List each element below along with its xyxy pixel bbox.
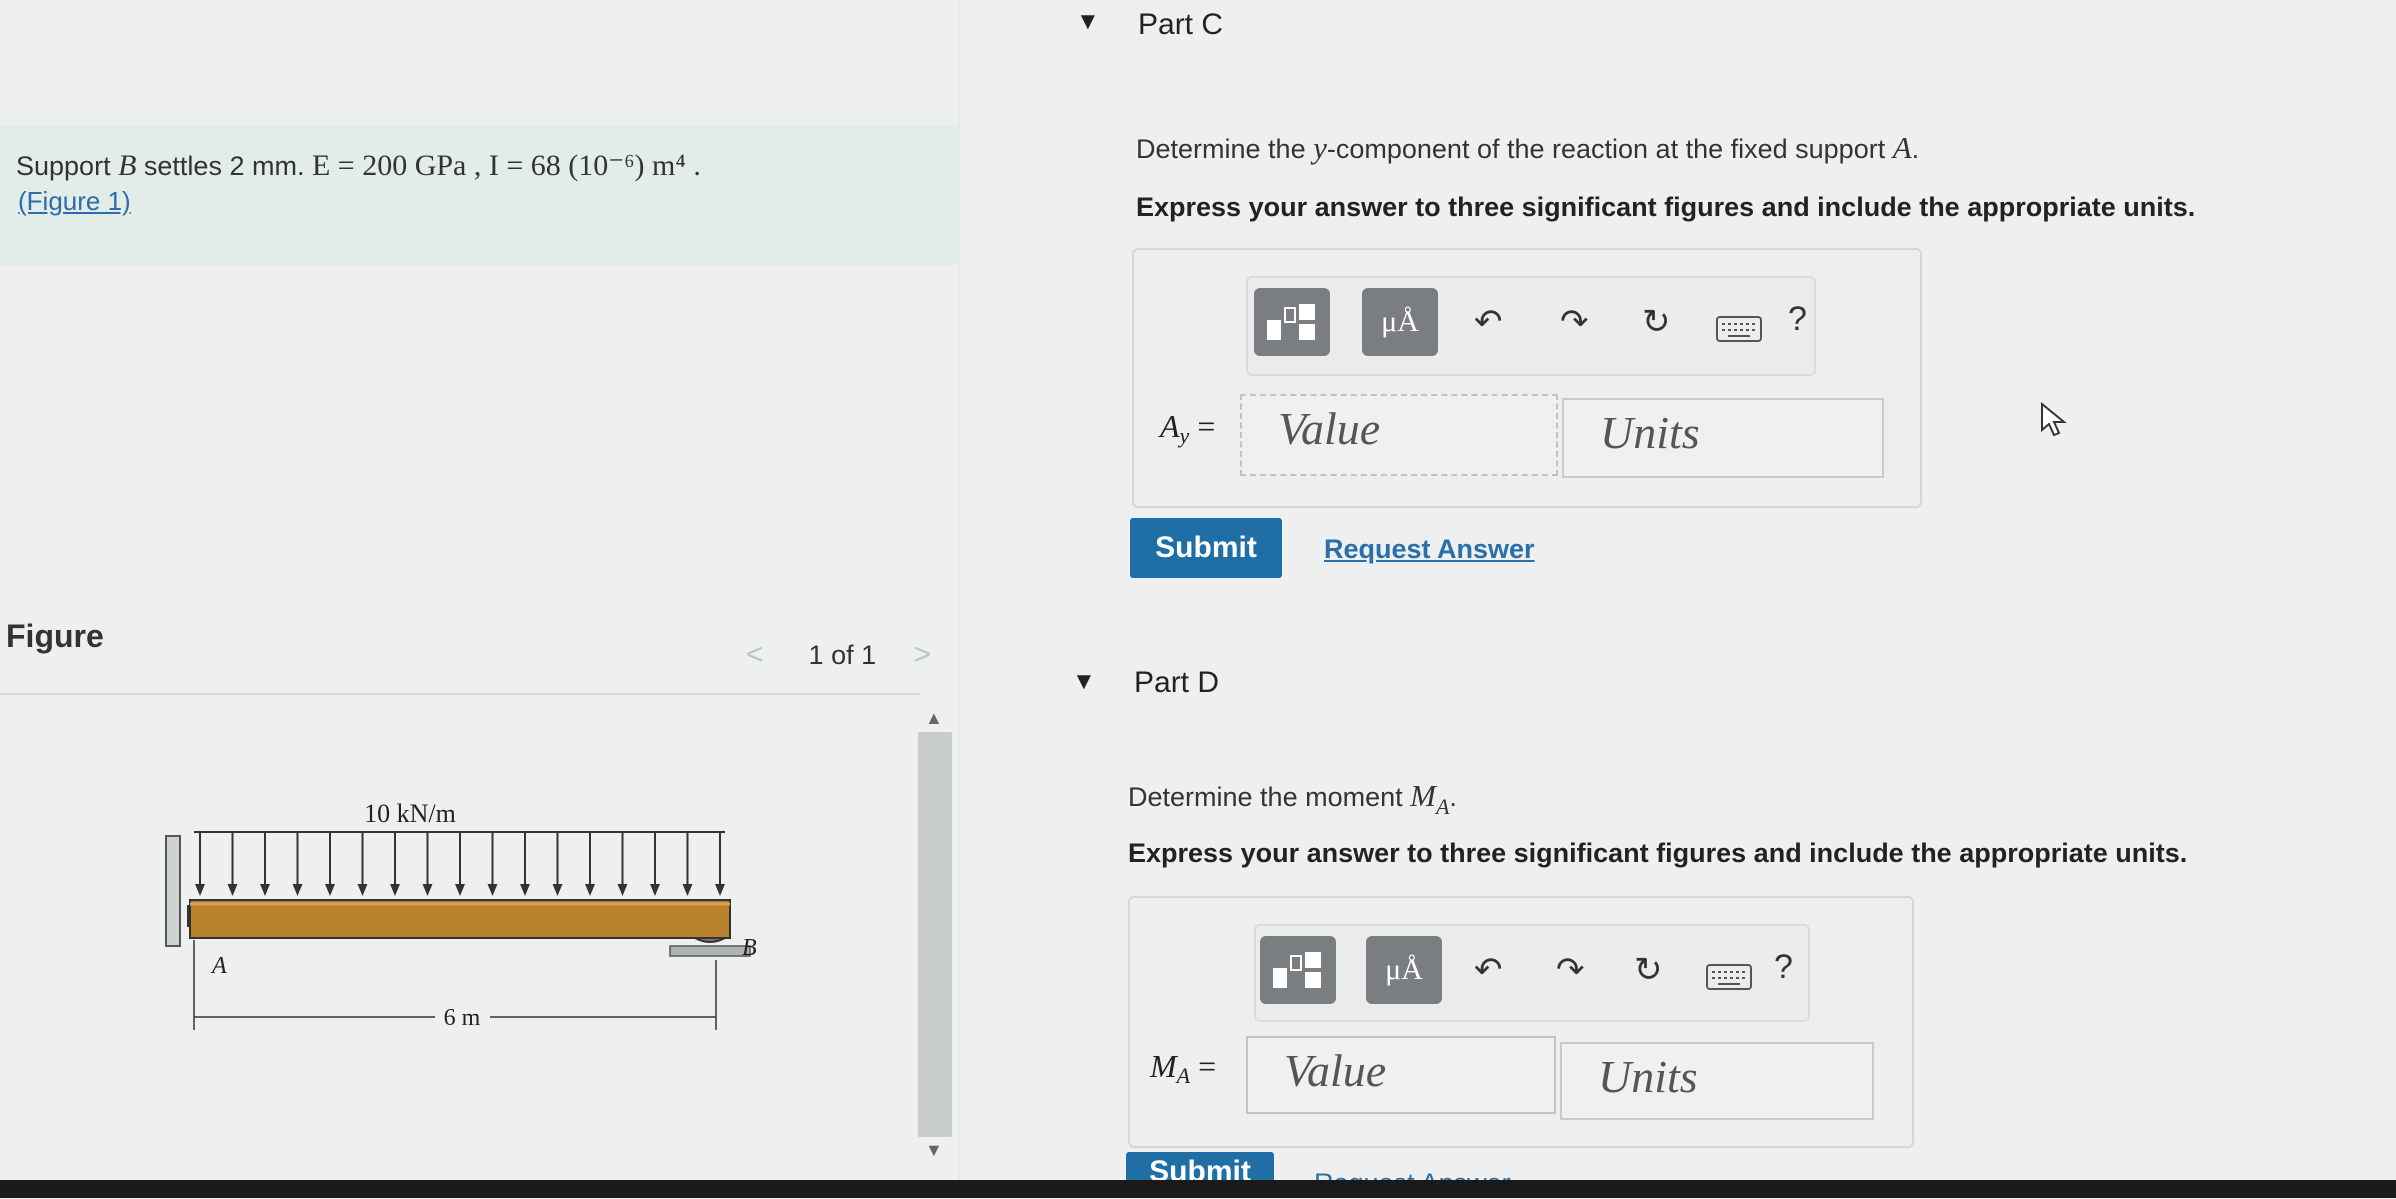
figure-pager: < 1 of 1 > xyxy=(746,638,931,672)
reset-icon[interactable]: ↻ xyxy=(1634,950,1663,990)
undo-icon[interactable]: ↶ xyxy=(1474,950,1503,990)
part-c-title[interactable]: Part C xyxy=(1138,8,1223,42)
span-label: 6 m xyxy=(444,1005,481,1031)
pager-count: 1 of 1 xyxy=(808,640,877,670)
beam-diagram: 10 kN/m A B 6 m xyxy=(165,799,757,1031)
fixed-support-a xyxy=(165,835,181,947)
load-arrowhead xyxy=(292,884,303,896)
load-arrowhead xyxy=(682,884,693,896)
templates-icon[interactable] xyxy=(1260,936,1336,1004)
part-c-submit-button[interactable]: Submit xyxy=(1130,518,1282,578)
question-var: y xyxy=(1313,130,1327,165)
support-b xyxy=(694,937,726,943)
load-arrowhead xyxy=(520,884,530,896)
reset-icon[interactable]: ↻ xyxy=(1642,302,1671,342)
part-c-instruction: Express your answer to three significant… xyxy=(1136,192,2196,222)
templates-glyph-icon xyxy=(1267,304,1315,340)
keyboard-icon[interactable] xyxy=(1706,964,1752,990)
beam xyxy=(189,899,731,939)
redo-icon[interactable]: ↷ xyxy=(1560,302,1589,342)
label-a: A xyxy=(210,953,227,979)
part-c-units-input[interactable]: Units xyxy=(1562,398,1884,478)
help-icon[interactable]: ? xyxy=(1788,300,1807,339)
figure-divider xyxy=(0,693,920,695)
load-arrowhead xyxy=(617,884,628,896)
units-symbol: μÅ xyxy=(1381,305,1419,338)
problem-statement: Support B settles 2 mm. E = 200 GPa , I … xyxy=(16,148,701,183)
problem-settle: settles 2 mm. xyxy=(136,151,312,181)
var-main: M xyxy=(1150,1048,1177,1084)
figure-scrollbar[interactable] xyxy=(918,732,952,1137)
load-arrowhead xyxy=(325,884,335,896)
help-icon[interactable]: ? xyxy=(1774,948,1793,987)
load-arrowhead xyxy=(650,884,660,896)
question-end: . xyxy=(1449,782,1457,812)
mouse-cursor-icon xyxy=(2041,402,2067,437)
load-arrowhead xyxy=(422,884,433,896)
part-d-collapse-icon[interactable]: ▼ xyxy=(1072,668,1096,696)
question-var: M xyxy=(1410,778,1436,813)
redo-icon[interactable]: ↷ xyxy=(1556,950,1585,990)
scroll-down-arrow-icon[interactable]: ▼ xyxy=(925,1140,943,1161)
part-c-answer-panel: μÅ ↶ ↷ ↻ ? Ay = Value Units xyxy=(1132,248,1922,508)
figure-title: Figure xyxy=(6,618,104,654)
label-b: B xyxy=(742,935,757,961)
pager-prev-button[interactable]: < xyxy=(746,638,764,671)
load-arrowhead xyxy=(390,884,400,896)
question-mid: -component of the reaction at the fixed … xyxy=(1326,134,1893,164)
part-d-units-input[interactable]: Units xyxy=(1560,1042,1874,1120)
part-c-collapse-icon[interactable]: ▼ xyxy=(1076,8,1100,36)
load-arrowhead xyxy=(227,884,238,896)
part-c-value-input[interactable]: Value xyxy=(1240,394,1558,476)
var-eq: = xyxy=(1190,1048,1217,1084)
question-sub: A xyxy=(1435,794,1450,819)
templates-icon[interactable] xyxy=(1254,288,1330,356)
part-c-request-answer-link[interactable]: Request Answer xyxy=(1324,534,1535,565)
figure-link[interactable]: (Figure 1) xyxy=(18,186,131,217)
problem-params: E = 200 GPa , I = 68 (10⁻⁶) m⁴ . xyxy=(311,149,701,182)
part-d-answer-panel: μÅ ↶ ↷ ↻ ? MA = Value Units xyxy=(1128,896,1914,1148)
load-arrowhead xyxy=(455,884,465,896)
problem-prefix: Support xyxy=(16,151,119,181)
part-d-value-input[interactable]: Value xyxy=(1246,1036,1556,1114)
units-icon[interactable]: μÅ xyxy=(1362,288,1438,356)
load-arrowhead xyxy=(552,884,563,896)
part-c-var-label: Ay = xyxy=(1160,408,1215,449)
screen-bottom-bezel xyxy=(0,1180,2396,1198)
support-b-ground xyxy=(669,945,751,957)
units-icon[interactable]: μÅ xyxy=(1366,936,1442,1004)
load-arrowhead xyxy=(195,884,205,896)
load-arrowhead xyxy=(357,884,368,896)
load-arrowhead xyxy=(585,884,595,896)
question-point: A xyxy=(1892,130,1912,165)
problem-support: B xyxy=(118,149,137,182)
pager-next-button[interactable]: > xyxy=(914,638,932,671)
part-c-question: Determine the y-component of the reactio… xyxy=(1136,130,1919,166)
question-end: . xyxy=(1911,134,1920,164)
question-prefix: Determine the moment xyxy=(1128,782,1411,812)
part-d-var-label: MA = xyxy=(1150,1048,1216,1089)
question-prefix: Determine the xyxy=(1136,134,1314,164)
load-arrowhead xyxy=(260,884,270,896)
var-sub: y xyxy=(1179,423,1190,448)
var-sub: A xyxy=(1176,1063,1191,1088)
undo-icon[interactable]: ↶ xyxy=(1474,302,1503,342)
pane-separator xyxy=(958,0,960,1198)
templates-glyph-icon xyxy=(1273,952,1321,988)
part-c-toolbar: μÅ ↶ ↷ ↻ ? xyxy=(1246,276,1816,376)
load-arrows xyxy=(195,832,725,896)
keyboard-icon[interactable] xyxy=(1716,316,1762,342)
part-d-title[interactable]: Part D xyxy=(1134,666,1219,700)
load-label: 10 kN/m xyxy=(364,799,456,828)
part-d-question: Determine the moment MA. xyxy=(1128,778,1457,820)
load-arrowhead xyxy=(715,884,725,896)
load-arrowhead xyxy=(487,884,498,896)
var-eq: = xyxy=(1189,408,1216,444)
scroll-up-arrow-icon[interactable]: ▲ xyxy=(925,708,943,729)
part-d-toolbar: μÅ ↶ ↷ ↻ ? xyxy=(1254,924,1810,1022)
var-main: A xyxy=(1160,408,1180,444)
part-d-instruction: Express your answer to three significant… xyxy=(1128,838,2188,868)
units-symbol: μÅ xyxy=(1385,953,1423,986)
problem-statement-box xyxy=(0,125,958,265)
